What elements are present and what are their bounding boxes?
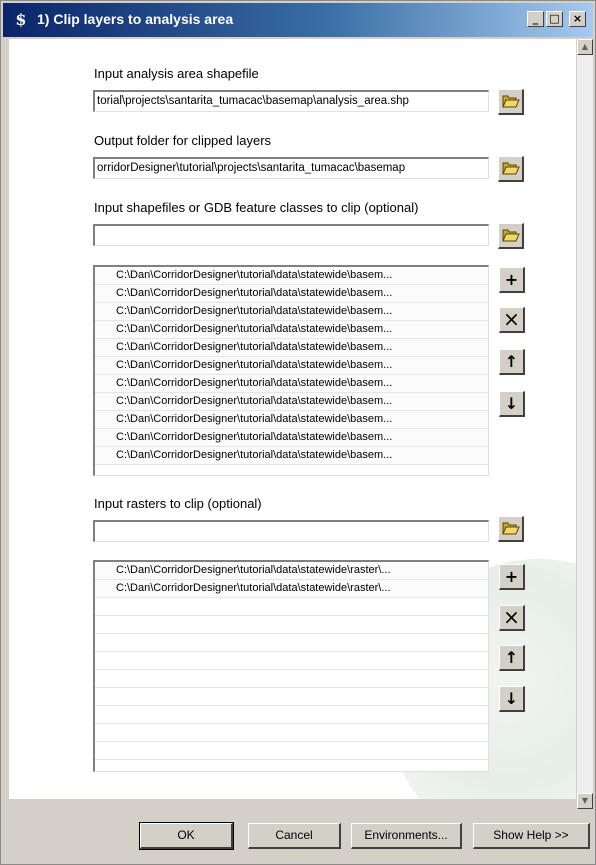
- list-item[interactable]: C:\Dan\CorridorDesigner\tutorial\data\st…: [95, 375, 488, 393]
- minimize-button[interactable]: _: [527, 11, 544, 27]
- remove-raster-button[interactable]: ×: [499, 605, 525, 631]
- list-item[interactable]: C:\Dan\CorridorDesigner\tutorial\data\st…: [95, 447, 488, 465]
- empty-list-row: [95, 688, 488, 706]
- app-icon: $: [15, 10, 27, 29]
- browse-analysis-area-button[interactable]: [498, 89, 524, 115]
- parameters-panel: Input analysis area shapefile torial\pro…: [9, 39, 576, 799]
- list-item[interactable]: C:\Dan\CorridorDesigner\tutorial\data\st…: [95, 321, 488, 339]
- raster-list[interactable]: C:\Dan\CorridorDesigner\tutorial\data\st…: [93, 560, 489, 772]
- rasters-label: Input rasters to clip (optional): [94, 496, 262, 511]
- title-bar[interactable]: $ 1) Clip layers to analysis area _ □ ×: [3, 3, 593, 37]
- list-item[interactable]: C:\Dan\CorridorDesigner\tutorial\data\st…: [95, 357, 488, 375]
- list-item[interactable]: C:\Dan\CorridorDesigner\tutorial\data\st…: [95, 411, 488, 429]
- empty-list-row: [95, 706, 488, 724]
- environments-button[interactable]: Environments...: [351, 823, 462, 849]
- empty-list-row: [95, 616, 488, 634]
- folder-open-icon: [501, 95, 520, 108]
- cancel-button[interactable]: Cancel: [248, 823, 341, 849]
- move-shapefile-down-button[interactable]: ↓: [499, 391, 525, 417]
- add-shapefile-button[interactable]: +: [499, 267, 525, 293]
- shapefile-list[interactable]: C:\Dan\CorridorDesigner\tutorial\data\st…: [93, 265, 489, 476]
- folder-open-icon: [501, 522, 520, 535]
- list-item[interactable]: C:\Dan\CorridorDesigner\tutorial\data\st…: [95, 580, 488, 598]
- empty-list-row: [95, 652, 488, 670]
- empty-list-row: [95, 598, 488, 616]
- show-help-button[interactable]: Show Help >>: [473, 823, 590, 849]
- folder-open-icon: [501, 229, 520, 242]
- move-raster-down-button[interactable]: ↓: [499, 686, 525, 712]
- maximize-button[interactable]: □: [546, 11, 563, 27]
- shapefiles-input[interactable]: [93, 224, 489, 246]
- empty-list-row: [95, 670, 488, 688]
- empty-list-row: [95, 742, 488, 760]
- scroll-down-arrow-icon[interactable]: ▼: [577, 793, 593, 809]
- empty-list-row: [95, 634, 488, 652]
- list-item[interactable]: C:\Dan\CorridorDesigner\tutorial\data\st…: [95, 285, 488, 303]
- list-item[interactable]: C:\Dan\CorridorDesigner\tutorial\data\st…: [95, 429, 488, 447]
- remove-shapefile-button[interactable]: ×: [499, 307, 525, 333]
- browse-rasters-button[interactable]: [498, 516, 524, 542]
- empty-list-row: [95, 724, 488, 742]
- close-button[interactable]: ×: [569, 11, 586, 27]
- scroll-up-arrow-icon[interactable]: ▲: [577, 39, 593, 55]
- list-item[interactable]: C:\Dan\CorridorDesigner\tutorial\data\st…: [95, 339, 488, 357]
- list-item[interactable]: C:\Dan\CorridorDesigner\tutorial\data\st…: [95, 393, 488, 411]
- list-item[interactable]: C:\Dan\CorridorDesigner\tutorial\data\st…: [95, 303, 488, 321]
- shapefiles-label: Input shapefiles or GDB feature classes …: [94, 200, 419, 215]
- output-folder-input[interactable]: orridorDesigner\tutorial\projects\santar…: [93, 157, 489, 179]
- window-title: 1) Clip layers to analysis area: [37, 11, 234, 27]
- output-folder-label: Output folder for clipped layers: [94, 133, 272, 148]
- vertical-scrollbar[interactable]: ▲ ▼: [577, 39, 593, 809]
- browse-output-folder-button[interactable]: [498, 156, 524, 182]
- list-item[interactable]: C:\Dan\CorridorDesigner\tutorial\data\st…: [95, 562, 488, 580]
- analysis-area-input[interactable]: torial\projects\santarita_tumacac\basema…: [93, 90, 489, 112]
- analysis-area-label: Input analysis area shapefile: [94, 66, 259, 81]
- folder-open-icon: [501, 162, 520, 175]
- ok-button[interactable]: OK: [139, 822, 234, 850]
- add-raster-button[interactable]: +: [499, 564, 525, 590]
- rasters-input[interactable]: [93, 520, 489, 542]
- move-shapefile-up-button[interactable]: ↑: [499, 349, 525, 375]
- move-raster-up-button[interactable]: ↑: [499, 645, 525, 671]
- browse-shapefiles-button[interactable]: [498, 223, 524, 249]
- list-item[interactable]: C:\Dan\CorridorDesigner\tutorial\data\st…: [95, 267, 488, 285]
- clip-layers-dialog: $ 1) Clip layers to analysis area _ □ × …: [0, 0, 596, 865]
